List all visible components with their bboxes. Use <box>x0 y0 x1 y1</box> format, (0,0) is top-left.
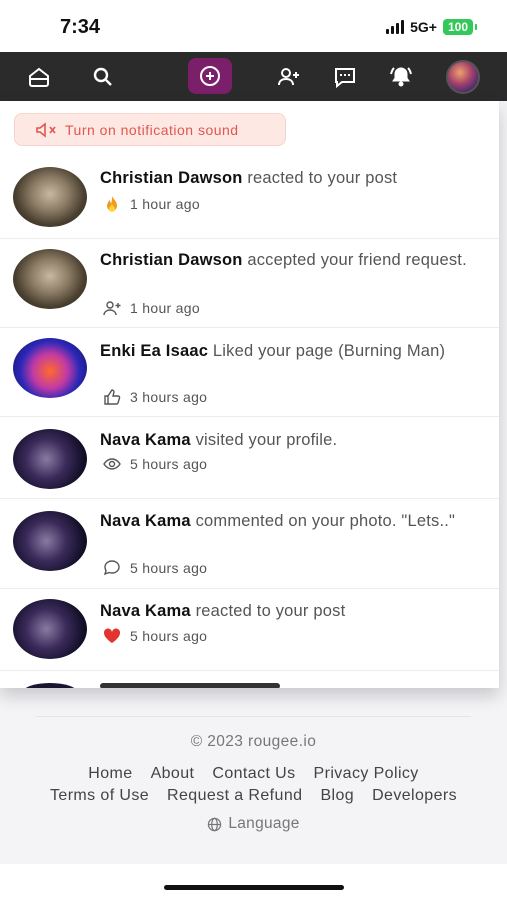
profile-avatar-button[interactable] <box>446 60 480 94</box>
notification-user: Nava Kama <box>100 431 191 449</box>
notification-time: 5 hours ago <box>130 628 208 644</box>
avatar <box>13 249 87 309</box>
avatar <box>13 338 87 398</box>
avatar <box>446 60 480 94</box>
status-indicators: 5G+ 100 <box>386 19 478 35</box>
home-indicator[interactable] <box>164 885 344 890</box>
footer-links: Home About Contact Us Privacy Policy <box>0 765 507 783</box>
footer-link-about[interactable]: About <box>151 765 195 783</box>
avatar <box>13 599 87 659</box>
notification-time: 5 hours ago <box>130 456 208 472</box>
notification-item[interactable]: Enki Ea Isaac Liked your page (Burning M… <box>0 328 499 417</box>
notification-user: Christian Dawson <box>100 169 243 187</box>
truncated-notification-text <box>100 683 280 688</box>
footer-link-blog[interactable]: Blog <box>320 787 354 805</box>
globe-icon <box>208 817 222 831</box>
avatar <box>13 511 87 571</box>
notification-user: Nava Kama <box>100 602 191 620</box>
notification-action: Liked your page (Burning Man) <box>208 342 446 360</box>
heart-icon <box>102 627 122 645</box>
notification-user: Christian Dawson <box>100 251 243 269</box>
eye-icon <box>102 455 122 473</box>
notification-item[interactable]: Christian Dawson reacted to your post 1 … <box>0 157 499 239</box>
network-type: 5G+ <box>410 19 437 35</box>
footer-links: Terms of Use Request a Refund Blog Devel… <box>0 787 507 805</box>
top-navigation <box>0 52 507 101</box>
comment-icon <box>102 559 122 577</box>
messages-icon[interactable] <box>328 60 362 94</box>
plus-circle-icon <box>200 66 220 86</box>
notification-sound-button[interactable]: Turn on notification sound <box>14 113 286 146</box>
notification-action: commented on your photo. "Lets.." <box>190 512 456 530</box>
notification-user: Nava Kama <box>100 512 191 530</box>
avatar <box>22 683 78 688</box>
search-icon[interactable] <box>86 60 120 94</box>
notification-user: Enki Ea Isaac <box>100 342 209 360</box>
notification-item[interactable]: Christian Dawson accepted your friend re… <box>0 239 499 328</box>
footer-link-contact[interactable]: Contact Us <box>212 765 295 783</box>
create-post-button[interactable] <box>188 58 232 94</box>
avatar <box>13 429 87 489</box>
notification-sound-label: Turn on notification sound <box>65 121 239 138</box>
avatar <box>13 167 87 227</box>
footer-link-developers[interactable]: Developers <box>372 787 457 805</box>
notification-time: 1 hour ago <box>130 196 200 212</box>
notification-action: accepted your friend request. <box>242 251 467 269</box>
notification-time: 1 hour ago <box>130 300 200 316</box>
notification-time: 5 hours ago <box>130 560 208 576</box>
footer-link-home[interactable]: Home <box>88 765 132 783</box>
status-bar: 7:34 5G+ 100 <box>0 0 507 52</box>
friend-requests-icon[interactable] <box>272 60 306 94</box>
speaker-muted-icon <box>36 121 56 138</box>
notification-item[interactable]: Nava Kama reacted to your post 5 hours a… <box>0 589 499 671</box>
notifications-icon[interactable] <box>384 60 418 94</box>
language-label: Language <box>228 815 300 832</box>
notification-item[interactable]: Nava Kama visited your profile. 5 hours … <box>0 417 499 499</box>
home-icon[interactable] <box>22 60 56 94</box>
fire-icon <box>102 195 122 213</box>
footer-link-terms[interactable]: Terms of Use <box>50 787 149 805</box>
notification-item[interactable]: Nava Kama commented on your photo. "Lets… <box>0 499 499 589</box>
copyright: © 2023 rougee.io <box>190 733 317 750</box>
home-indicator-area <box>0 864 507 900</box>
footer-link-privacy[interactable]: Privacy Policy <box>314 765 419 783</box>
notification-time: 3 hours ago <box>130 389 208 405</box>
language-selector[interactable]: Language <box>0 815 507 833</box>
status-time: 7:34 <box>60 16 101 38</box>
notification-action: reacted to your post <box>190 602 346 620</box>
thumbs-up-icon <box>102 388 122 406</box>
footer-divider <box>36 716 471 717</box>
battery-indicator: 100 <box>442 19 478 35</box>
notification-action: visited your profile. <box>190 431 338 449</box>
add-friend-icon <box>102 299 122 317</box>
footer-link-refund[interactable]: Request a Refund <box>167 787 302 805</box>
signal-icon <box>386 20 405 34</box>
notification-action: reacted to your post <box>242 169 398 187</box>
notifications-panel: Turn on notification sound Christian Daw… <box>0 101 499 688</box>
